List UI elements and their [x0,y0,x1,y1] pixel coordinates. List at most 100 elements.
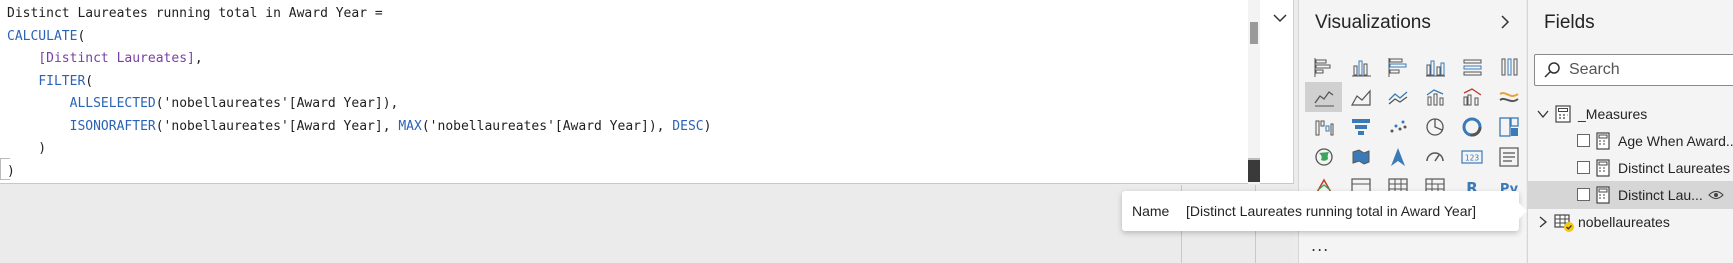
code-token: ALLSELECTED [69,96,156,111]
field-label: Distinct Laureates [1618,160,1731,176]
visualizations-title: Visualizations [1315,12,1431,33]
donut-chart-button[interactable] [1453,112,1490,142]
field-label: Distinct Lau... [1618,187,1703,203]
code-line[interactable]: ) [7,161,711,184]
collapse-editor-button[interactable] [1270,8,1290,28]
area-chart-button[interactable] [1342,82,1379,112]
chevron-down-icon[interactable] [1536,107,1550,121]
100-stacked-column-chart-icon [1501,58,1517,76]
calculator-table-icon [1555,105,1571,123]
treemap-icon [1498,117,1519,137]
field-item[interactable]: Age When Award... [1528,127,1733,155]
measures-table-row[interactable]: _Measures [1528,100,1733,128]
funnel-chart-button[interactable] [1342,112,1379,142]
stacked-bar-chart-button[interactable] [1305,52,1342,82]
gauge-button[interactable] [1416,142,1453,172]
scatter-chart-button[interactable] [1379,112,1416,142]
code-token: ( [85,73,94,89]
field-checkbox[interactable] [1577,161,1590,174]
code-token: CALCULATE [7,28,78,44]
dax-formula-editor[interactable]: Distinct Laureates running total in Awar… [0,0,1294,184]
pie-chart-button[interactable] [1416,112,1453,142]
azure-map-button[interactable] [1379,142,1416,172]
field-name-tooltip: Name [Distinct Laureates running total i… [1122,191,1527,231]
line-and-clustered-column-chart-button[interactable] [1453,82,1490,112]
field-item-selected[interactable]: Distinct Lau... ⋮ [1528,181,1733,209]
editor-scrollbar[interactable] [1248,0,1260,184]
code-line[interactable]: CALCULATE( [7,26,711,49]
multi-row-card-button[interactable] [1490,142,1527,172]
more-options-icon[interactable]: ⋮ [1728,184,1733,201]
100-stacked-bar-chart-icon [1463,59,1481,76]
code-line[interactable]: Distinct Laureates running total in Awar… [7,3,711,26]
stacked-area-chart-button[interactable] [1379,82,1416,112]
code-token: ISONORAFTER [69,118,156,134]
code-line[interactable]: ALLSELECTED('nobellaureates'[Award Year]… [7,93,711,116]
table-icon [1554,214,1574,232]
code-token: ('nobellaureates'[Award Year], [155,118,399,134]
field-label: Age When Award... [1618,133,1733,149]
field-checkbox[interactable] [1577,134,1590,147]
chevron-right-icon[interactable] [1536,215,1550,229]
chevron-right-icon [1501,15,1510,29]
multi-row-card-icon [1498,147,1519,167]
scrollbar-thumb[interactable] [1250,22,1258,44]
code-line[interactable]: ISONORAFTER('nobellaureates'[Award Year]… [7,116,712,139]
field-item[interactable]: Distinct Laureates [1528,154,1733,182]
ribbon-chart-button[interactable] [1490,82,1527,112]
pie-chart-icon [1425,118,1444,136]
line-and-column-chart-button[interactable] [1416,82,1453,112]
code-line[interactable]: ) [7,138,711,161]
100-stacked-bar-chart-button[interactable] [1453,52,1490,82]
chevron-down-icon [1273,14,1287,23]
report-canvas[interactable] [0,185,1294,263]
clustered-column-chart-button[interactable] [1416,52,1453,82]
filled-map-icon [1352,149,1369,165]
code-token: FILTER [38,73,86,89]
map-icon [1314,148,1333,166]
svg-text:123: 123 [1464,154,1479,163]
power-bi-report-view: Distinct Laureates running total in Awar… [0,0,1733,263]
azure-map-icon [1390,148,1405,166]
waterfall-chart-icon [1315,120,1333,136]
measure-icon [1596,159,1610,177]
table-name: nobellaureates [1578,214,1670,230]
area-chart-icon [1350,89,1371,106]
clustered-bar-chart-button[interactable] [1379,52,1416,82]
more-visuals-button[interactable]: ... [1311,236,1329,255]
code-token: , [194,51,203,66]
stacked-column-chart-button[interactable] [1342,52,1379,82]
donut-chart-icon [1462,117,1481,137]
expand-pane-button[interactable] [1497,12,1513,32]
fields-search-box[interactable]: Search [1534,54,1733,86]
waterfall-chart-button[interactable] [1305,112,1342,142]
100-stacked-column-chart-button[interactable] [1490,52,1527,82]
treemap-button[interactable] [1490,112,1527,142]
code-token: ) [703,118,712,134]
line-chart-button[interactable] [1305,82,1342,112]
code-token: ('nobellaureates'[Award Year]), [155,96,399,111]
tooltip-value: [Distinct Laureates running total in Awa… [1186,203,1477,219]
eye-icon[interactable] [1708,189,1724,201]
filled-map-button[interactable] [1342,142,1379,172]
code-line[interactable]: [Distinct Laureates], [7,48,711,71]
dax-code[interactable]: Distinct Laureates running total in Awar… [7,3,711,183]
measure-icon [1596,186,1610,204]
code-token: ('nobellaureates'[Award Year]), [421,118,673,134]
map-button[interactable] [1305,142,1342,172]
current-line-indicator [0,158,10,180]
search-input[interactable]: Search [1569,61,1620,79]
clustered-bar-chart-icon [1388,58,1406,77]
code-line[interactable]: FILTER( [7,71,711,94]
line-chart-icon [1313,91,1334,107]
data-table-row[interactable]: nobellaureates [1528,208,1733,236]
scrollbar-marker [1248,158,1260,182]
search-icon [1544,62,1560,78]
measure-icon [1596,132,1610,150]
fields-title: Fields [1544,12,1595,33]
field-checkbox[interactable] [1577,188,1590,201]
card-button[interactable]: 123 [1453,142,1490,172]
code-token: Distinct Laureates running total in Awar… [7,6,383,21]
tooltip-key: Name [1132,203,1170,219]
